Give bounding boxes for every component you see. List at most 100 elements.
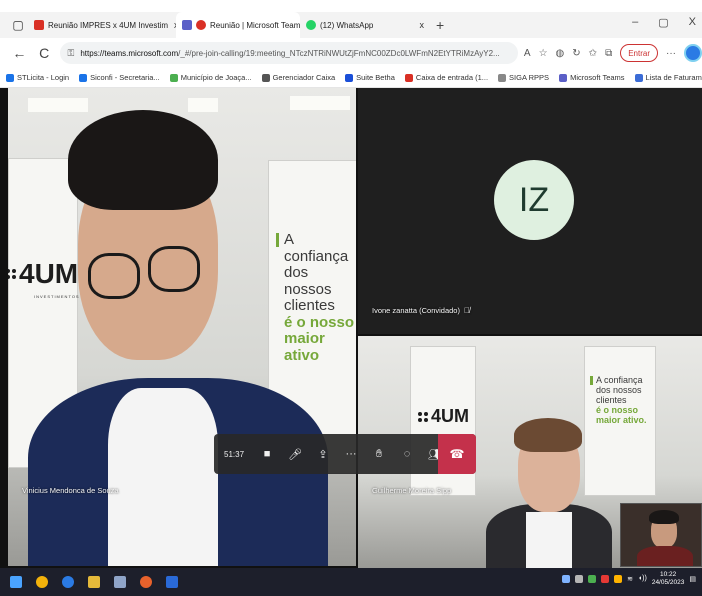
bookmark-label: Microsoft Teams: [570, 73, 625, 82]
bookmark-item[interactable]: STLicita - Login: [6, 73, 69, 82]
close-window-button[interactable]: X: [689, 16, 696, 29]
sign-line: maior ativo: [284, 330, 325, 364]
bookmark-icon: [261, 73, 270, 82]
bookmark-item[interactable]: SIGA RPPS: [498, 73, 549, 82]
tab-label: Reunião | Microsoft Teams: [210, 20, 300, 30]
volume-icon[interactable]: ◖)): [638, 575, 647, 582]
edge-logo-icon[interactable]: [684, 44, 702, 62]
hair: [68, 110, 218, 210]
bookmark-item[interactable]: Caixa de entrada (1...: [404, 73, 489, 82]
tray-icon[interactable]: [588, 574, 597, 583]
url-host: https://teams.microsoft.com: [80, 48, 179, 58]
mic-icon[interactable]: 🎤︎: [288, 446, 302, 462]
logo-text: 4UM: [431, 406, 470, 426]
taskbar-clock[interactable]: 10:22 24/05/2023: [652, 571, 685, 587]
tab-actions-icon[interactable]: ▢: [8, 15, 28, 35]
bookmark-label: Lista de Faturament...: [645, 73, 702, 82]
chat-icon[interactable]: ◌: [400, 446, 414, 462]
teams-meeting-stage: 4UM INVESTIMENTOS A confiança dos nossos…: [0, 88, 702, 568]
minimize-button[interactable]: –: [632, 16, 638, 29]
new-tab-button[interactable]: +: [436, 17, 444, 33]
sign-line: é o nosso: [284, 313, 355, 331]
4um-logo: 4UM: [418, 406, 469, 427]
url-path: /_#/pre-join-calling/19:meeting_NTczNTRi…: [178, 48, 500, 58]
more-icon[interactable]: ···: [344, 446, 358, 462]
hand-icon[interactable]: ✋︎: [372, 446, 386, 462]
tray-icon[interactable]: [614, 574, 623, 583]
back-button[interactable]: ←: [10, 45, 29, 61]
favorites-icon[interactable]: ✩: [589, 48, 597, 59]
bookmark-item[interactable]: Lista de Faturament...: [634, 73, 702, 82]
self-view-video[interactable]: [620, 503, 702, 567]
close-tab-icon[interactable]: x: [420, 20, 425, 30]
bookmark-label: Município de Joaça...: [180, 73, 252, 82]
sign-line: dos nossos: [284, 264, 332, 298]
file-explorer-icon[interactable]: [88, 576, 100, 588]
toolbar-icons: A ☆ ◍ ↻ ✩ ⧉ Entrar ···: [524, 44, 702, 62]
reload-button[interactable]: C: [35, 45, 54, 61]
document-icon[interactable]: [166, 576, 178, 588]
bookmark-item[interactable]: Gerenciador Caixa: [261, 73, 336, 82]
network-icon[interactable]: ≋: [627, 575, 633, 583]
sign-line: A confiança: [284, 231, 349, 265]
call-timer: 51:37: [224, 449, 245, 459]
bookmark-item[interactable]: Município de Joaça...: [169, 73, 252, 82]
participant-tile-avatar[interactable]: IZ Ivone zanatta (Convidado) 🎙̸: [358, 88, 702, 334]
tab-teams[interactable]: Reunião | Microsoft Teams x: [176, 12, 300, 38]
refresh-icon[interactable]: ↻: [572, 48, 580, 59]
participant-name: Guilherme Moreira Sipp: [372, 486, 452, 495]
clock-date: 24/05/2023: [651, 578, 685, 586]
mic-muted-icon: 🎙̸: [463, 306, 470, 315]
calculator-icon[interactable]: [114, 576, 126, 588]
firefox-icon[interactable]: [140, 576, 152, 588]
bookmark-icon: [169, 73, 178, 82]
logo-dots-icon: [8, 269, 16, 279]
maximize-button[interactable]: ▢: [658, 16, 668, 29]
read-aloud-icon[interactable]: A: [524, 48, 531, 59]
tab-whatsapp[interactable]: (12) WhatsApp x: [300, 12, 430, 38]
bookmarks-bar: STLicita - Login Siconfi - Secretaria... M…: [0, 68, 702, 88]
collections-icon[interactable]: ⧉: [605, 48, 612, 59]
ceiling-light: [290, 96, 350, 110]
entrar-button[interactable]: Entrar: [620, 44, 658, 62]
green-accent: [590, 376, 593, 385]
hair: [514, 418, 582, 452]
participant-name: Vinicius Mendonca de Souza: [22, 486, 119, 495]
avatar: IZ: [494, 160, 574, 240]
chrome-icon[interactable]: [36, 576, 48, 588]
participant-name-text: Ivone zanatta (Convidado): [372, 306, 460, 315]
tray-icon[interactable]: [575, 574, 584, 583]
call-controls-bar: 51:37 ■ 🎤︎ ⇪ ··· ✋︎ ◌ 👥︎ ☎︎: [214, 434, 476, 474]
tray-icon[interactable]: [562, 574, 571, 583]
tab-email[interactable]: Reunião IMPRES x 4UM Investim x: [28, 12, 176, 38]
participant-name: Ivone zanatta (Convidado) 🎙̸: [372, 306, 470, 315]
bookmark-icon: [79, 73, 88, 82]
notifications-icon[interactable]: ▤: [689, 575, 696, 583]
sign-text-block: A confiança dos nossos clientes é o noss…: [284, 231, 356, 364]
bookmark-label: Caixa de entrada (1...: [415, 73, 489, 82]
bookmark-icon: [559, 73, 568, 82]
hangup-button[interactable]: ☎︎: [438, 434, 476, 474]
start-icon[interactable]: [10, 576, 22, 588]
favorite-star-icon[interactable]: ☆: [539, 48, 548, 59]
bookmark-label: Gerenciador Caixa: [272, 73, 336, 82]
bookmark-item[interactable]: Siconfi - Secretaria...: [79, 73, 160, 82]
edge-icon[interactable]: [62, 576, 74, 588]
entrar-label: Entrar: [628, 48, 650, 58]
more-menu-button[interactable]: ···: [666, 48, 676, 59]
self-hair: [649, 510, 679, 524]
bookmark-label: Suite Betha: [356, 73, 395, 82]
participant-tile-left[interactable]: 4UM INVESTIMENTOS A confiança dos nossos…: [8, 88, 356, 566]
bookmark-item[interactable]: Suite Betha: [345, 73, 395, 82]
share-icon[interactable]: ⇪: [316, 446, 330, 462]
camera-icon[interactable]: ■: [260, 446, 274, 462]
bookmark-label: SIGA RPPS: [509, 73, 550, 82]
address-bar[interactable]: ⚿ https://teams.microsoft.com /_#/pre-jo…: [59, 42, 518, 64]
bookmark-icon: [345, 73, 354, 82]
clock-time: 10:22: [659, 571, 677, 578]
ceiling-light: [28, 98, 88, 112]
extension-icon[interactable]: ◍: [556, 48, 565, 59]
tray-icon[interactable]: [601, 574, 610, 583]
teams-icon: [182, 20, 192, 30]
bookmark-item[interactable]: Microsoft Teams: [559, 73, 625, 82]
